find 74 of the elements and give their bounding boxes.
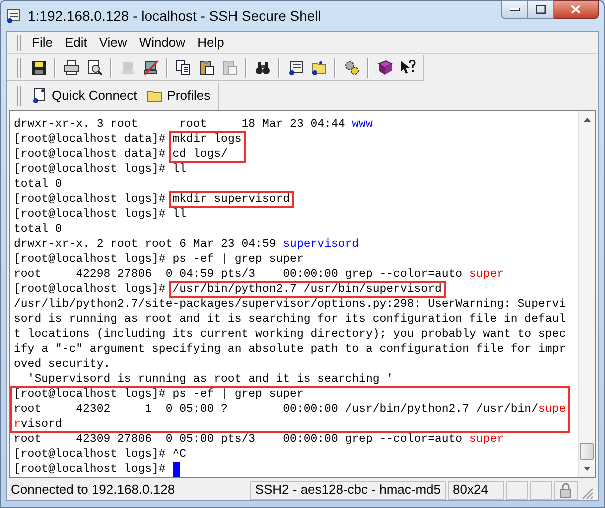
menu-item[interactable]: Window <box>134 34 191 52</box>
computer-slash-icon <box>142 60 158 76</box>
terminal-text: mkdir supervisord <box>172 192 290 207</box>
window-title: 1:192.168.0.128 - localhost - SSH Secure Shell <box>28 6 322 26</box>
terminal-text: /usr/lib/python2.7/site-packages/supervisor/options.py:298: UserWarning: Supervi <box>14 297 566 312</box>
menu-item[interactable]: File <box>27 34 58 52</box>
gear-icon <box>344 60 360 76</box>
terminal-text: drwxr-xr-x. 3 root root 18 Mar 23 04:44 <box>14 117 346 132</box>
terminal-text: mkdir logs <box>172 132 242 147</box>
terminal-text: super <box>469 267 504 282</box>
terminal-text: [root@localhost logs]# ll <box>14 162 187 177</box>
pointer-question-icon <box>400 60 416 76</box>
terminal-text: super <box>469 432 504 447</box>
terminal-text: t locations (including its current working directory); you probably want to spec <box>14 327 566 342</box>
terminal-text: [root@localhost logs]# ^C <box>14 447 187 462</box>
terminal-text: /usr/bin/python2.7 /usr/bin/supervisord <box>172 282 442 297</box>
close-button[interactable] <box>554 0 599 19</box>
terminal-text: total 0 <box>14 177 62 192</box>
status-cipher: SSH2 - aes128-cbc - hmac-md5 <box>250 481 446 500</box>
scroll-up-icon <box>584 118 590 122</box>
menu-item[interactable]: Edit <box>60 34 92 52</box>
printer-icon <box>64 60 80 76</box>
terminal-text: www <box>352 117 373 132</box>
minimize-button[interactable] <box>501 0 528 19</box>
scrollbar[interactable] <box>578 111 595 477</box>
minimize-icon <box>510 8 520 12</box>
restore-icon <box>536 5 546 14</box>
terminal-text: [root@localhost logs]# <box>14 282 167 297</box>
menu-item[interactable]: Help <box>192 34 230 52</box>
terminal-text: [root@localhost logs]# <box>14 462 167 477</box>
terminal-text: [root@localhost logs]# ps -ef | grep super <box>14 252 304 267</box>
status-size: 80x24 <box>448 481 504 500</box>
resize-grip-icon[interactable] <box>580 486 594 500</box>
terminal-text: supervisord <box>283 237 360 252</box>
scrollbar-thumb[interactable] <box>580 443 594 460</box>
menu-item[interactable]: View <box>94 34 132 52</box>
close-icon <box>571 5 581 14</box>
app-icon <box>6 8 22 24</box>
terminal-text: cd logs/ <box>172 147 228 162</box>
quick-connect-button[interactable]: Quick Connect <box>29 85 140 107</box>
status-text: Connected to 192.168.0.128 <box>10 481 176 499</box>
terminal-text: ify a "-c" argument specifying an absolute path to a configuration file for impr <box>14 342 566 357</box>
clipboard-icon <box>198 60 214 76</box>
terminal-text: [root@localhost data]# <box>14 147 167 162</box>
terminal-text: [root@localhost logs]# ps -ef | grep super <box>14 387 304 402</box>
terminal-text: total 0 <box>14 222 62 237</box>
clipboard-icon <box>222 60 238 76</box>
terminal-text: 'Supervisord is running as root and it is searching ' <box>26 372 394 387</box>
terminal-text: root 42298 27806 0 04:59 pts/3 00:00:00 grep --color=auto <box>14 267 464 282</box>
binoculars-icon <box>254 60 270 76</box>
copy-icon <box>176 60 192 76</box>
terminal-text: supe <box>538 402 566 417</box>
terminal-text: r <box>14 417 21 432</box>
terminal-icon <box>288 60 304 76</box>
status-pane <box>530 481 552 500</box>
scroll-down-icon <box>584 466 590 470</box>
terminal-text: drwxr-xr-x. 2 root root 6 Mar 23 04:59 <box>14 237 278 252</box>
status-pane <box>506 481 528 500</box>
computer-icon <box>120 60 136 76</box>
profiles-button[interactable]: Profiles <box>144 85 214 107</box>
terminal-text: root 42302 1 0 05:00 ? 00:00:00 /usr/bin/python2.7 /usr/bin/ <box>14 402 538 417</box>
terminal-text: [root@localhost logs]# <box>14 192 167 207</box>
floppy-icon <box>30 60 46 76</box>
terminal-text: [root@localhost data]# <box>14 132 167 147</box>
maximize-button[interactable] <box>528 0 554 19</box>
lock-icon <box>558 482 574 498</box>
terminal-text: root 42309 27806 0 05:00 pts/3 00:00:00 grep --color=auto <box>14 432 464 447</box>
print-preview-icon <box>86 60 102 76</box>
terminal-text: sord is running as root and it is searching for its configuration file in defaul <box>14 312 566 327</box>
terminal-text: visord <box>20 417 62 432</box>
terminal-text: oved security. <box>14 357 111 372</box>
terminal-text: [root@localhost logs]# ll <box>14 207 187 222</box>
connect-icon <box>32 88 48 104</box>
folder-icon <box>310 60 326 76</box>
